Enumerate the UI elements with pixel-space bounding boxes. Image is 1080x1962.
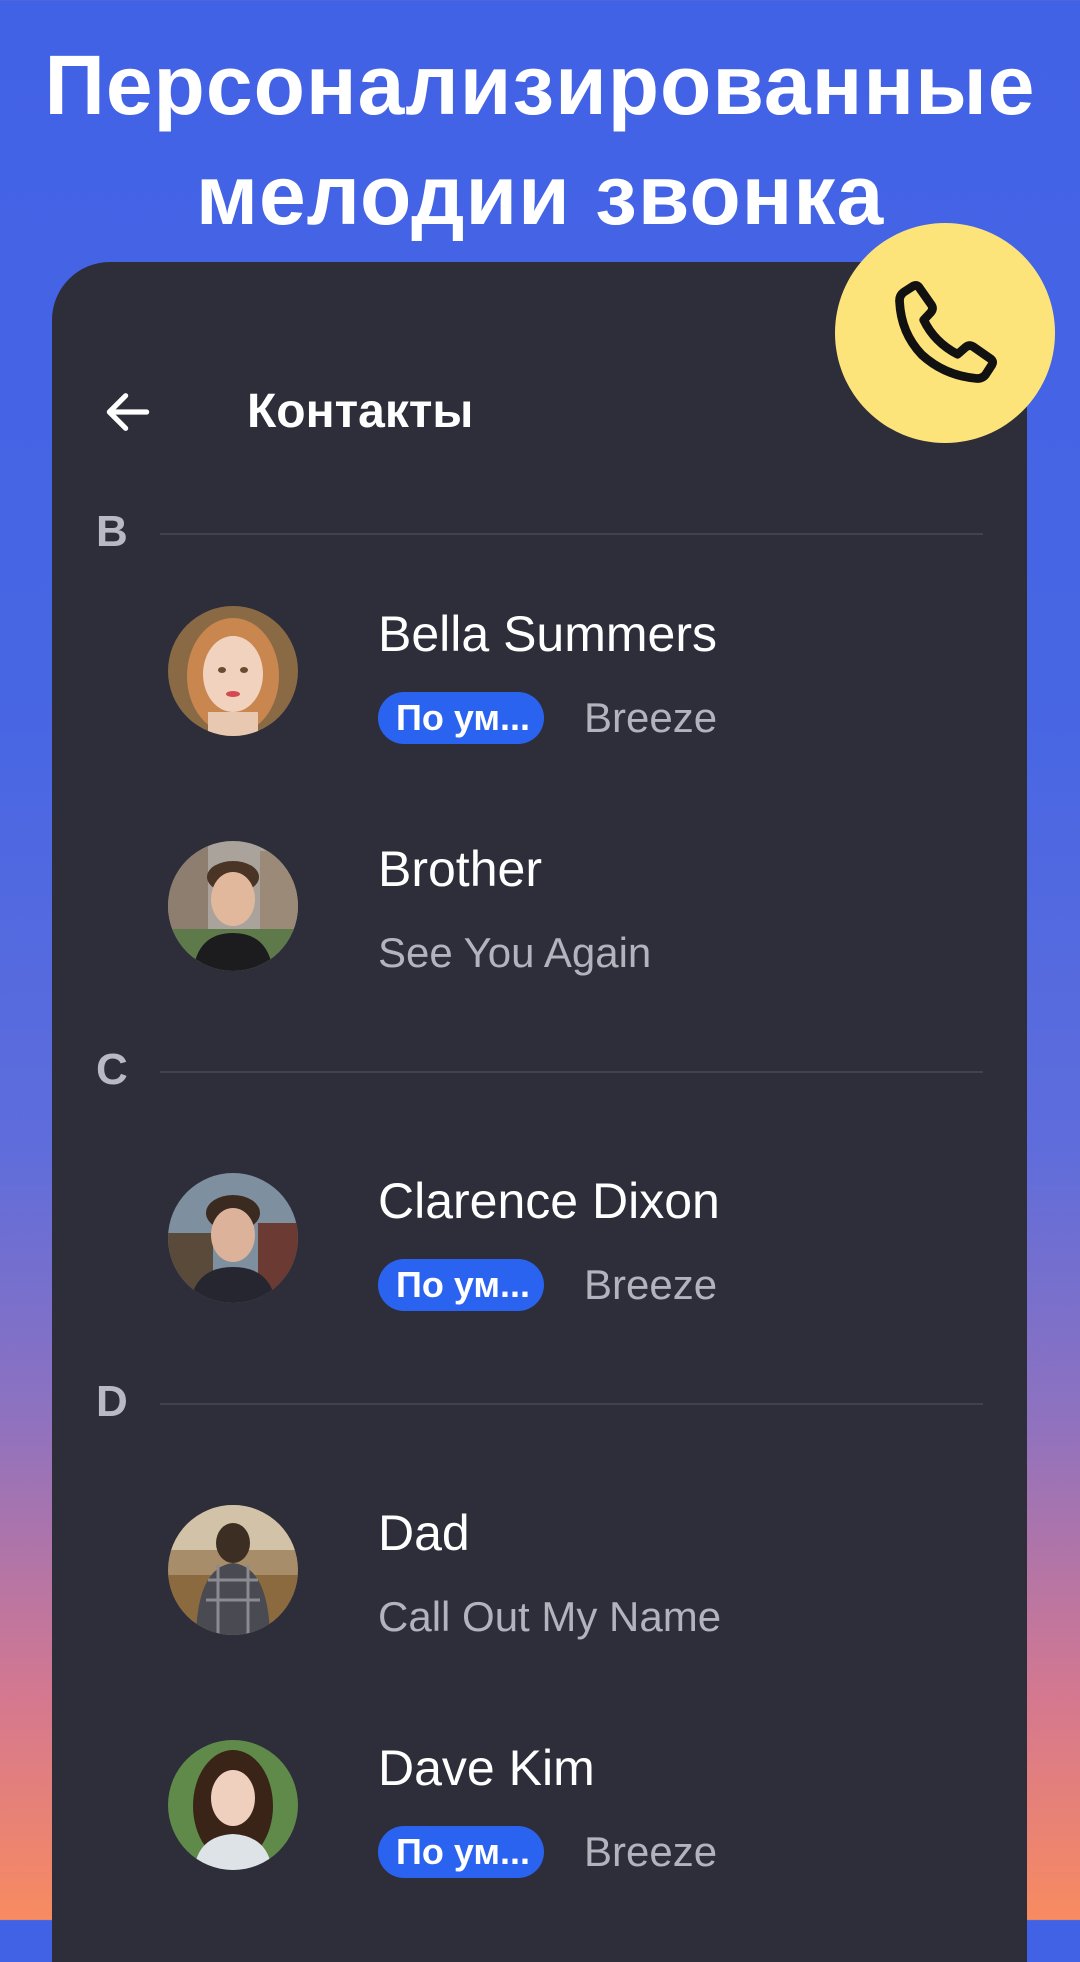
avatar (168, 1173, 298, 1303)
contact-row-bella-summers[interactable]: Bella Summers По ум... Breeze (52, 582, 1027, 782)
phone-icon (895, 281, 997, 383)
ringtone-name: Breeze (584, 1261, 718, 1308)
contact-name: Clarence Dixon (378, 1173, 720, 1229)
section-divider (160, 1071, 983, 1073)
ringtone-name: See You Again (378, 929, 652, 976)
default-ringtone-badge: По ум... (378, 1259, 544, 1311)
ringtone-name: Breeze (584, 1828, 718, 1875)
avatar (168, 1740, 298, 1870)
contact-row-dad[interactable]: Dad Call Out My Name (52, 1481, 1027, 1681)
contact-row-dave-kim[interactable]: Dave Kim По ум... Breeze (52, 1716, 1027, 1916)
ringtone-name: Call Out My Name (378, 1593, 722, 1640)
ringtone-info: See You Again (378, 927, 651, 979)
contact-row-clarence-dixon[interactable]: Clarence Dixon По ум... Breeze (52, 1149, 1027, 1349)
contact-row-brother[interactable]: Brother See You Again (52, 817, 1027, 1017)
avatar (168, 841, 298, 971)
headline-line-1: Персонализированные (44, 38, 1036, 132)
section-header-b: B (52, 502, 1027, 562)
default-ringtone-badge: По ум... (378, 1826, 544, 1878)
back-button[interactable] (96, 380, 160, 444)
ringtone-name: Breeze (584, 694, 718, 741)
section-letter: B (96, 507, 128, 556)
contact-name: Bella Summers (378, 606, 717, 662)
arrow-left-icon (106, 393, 150, 431)
section-header-c: C (52, 1040, 1027, 1100)
section-letter: C (96, 1045, 128, 1094)
ringtone-info: По ум... Breeze (378, 1826, 717, 1878)
headline: Персонализированные мелодии звонка (0, 30, 1080, 250)
section-letter: D (96, 1377, 128, 1426)
contact-name: Dad (378, 1505, 470, 1561)
contact-name: Dave Kim (378, 1740, 595, 1796)
call-badge (835, 223, 1055, 443)
section-divider (160, 1403, 983, 1405)
contact-name: Brother (378, 841, 542, 897)
contacts-screen: Контакты B Bella Summers По ум... Breeze (52, 262, 1027, 1962)
default-ringtone-badge: По ум... (378, 692, 544, 744)
section-divider (160, 533, 983, 535)
ringtone-info: По ум... Breeze (378, 692, 717, 744)
ringtone-info: Call Out My Name (378, 1591, 721, 1643)
ringtone-info: По ум... Breeze (378, 1259, 717, 1311)
avatar (168, 1505, 298, 1635)
section-header-d: D (52, 1372, 1027, 1432)
page-title: Контакты (247, 385, 474, 438)
avatar (168, 606, 298, 736)
